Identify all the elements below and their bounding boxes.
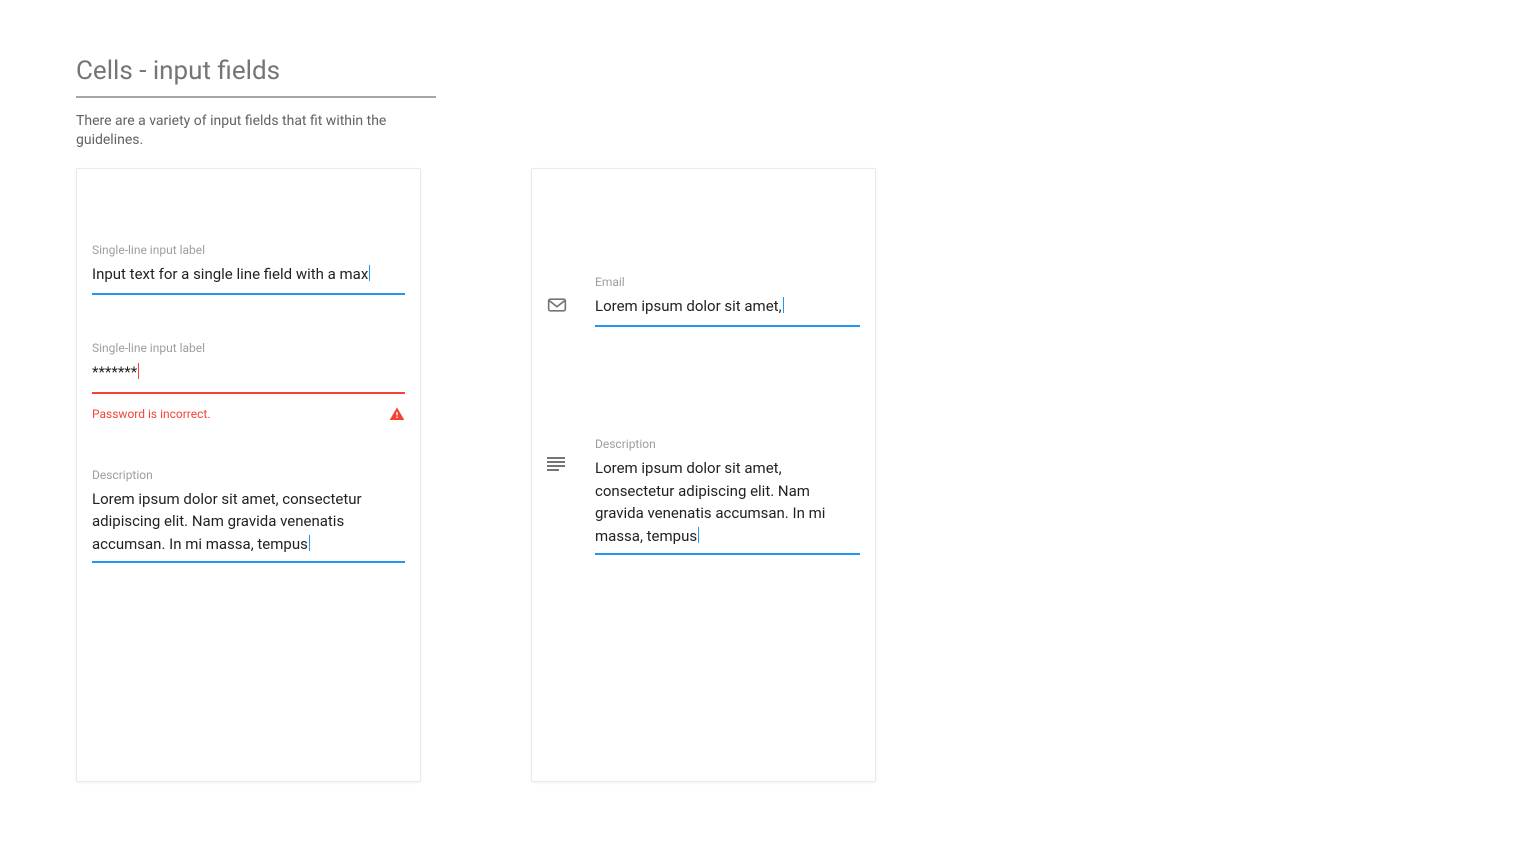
field-label: Description <box>595 437 860 451</box>
email-icon <box>547 275 595 313</box>
text-cursor <box>309 535 310 551</box>
password-input[interactable]: ******* <box>92 361 405 392</box>
email-field[interactable]: Email Lorem ipsum dolor sit amet, <box>547 275 860 328</box>
textarea-description[interactable]: Description Lorem ipsum dolor sit amet, … <box>92 468 405 564</box>
textarea-input[interactable]: Lorem ipsum dolor sit amet, consectetur … <box>92 488 402 562</box>
field-label: Single-line input label <box>92 243 405 257</box>
text-cursor <box>783 297 784 313</box>
password-field-error[interactable]: Single-line input label ******* Password… <box>92 341 405 422</box>
specimen-card-basic: Single-line input label Input text for a… <box>76 168 421 782</box>
header: Cells - input fields There are a variety… <box>76 56 436 150</box>
text-field-single-line[interactable]: Single-line input label Input text for a… <box>92 243 405 296</box>
textarea-with-icon[interactable]: Description Lorem ipsum dolor sit amet, … <box>547 437 860 555</box>
field-underline <box>92 293 405 295</box>
text-cursor <box>138 363 139 379</box>
input-value: ******* <box>92 363 137 381</box>
input-value: Lorem ipsum dolor sit amet, consectetur … <box>92 490 362 553</box>
input-value: Input text for a single line field with … <box>92 265 368 283</box>
input-value: Lorem ipsum dolor sit amet, consectetur … <box>595 459 825 545</box>
field-underline <box>595 553 860 555</box>
text-lines-icon <box>547 437 595 473</box>
email-input[interactable]: Lorem ipsum dolor sit amet, <box>595 295 860 326</box>
error-message: Password is incorrect. <box>92 407 211 421</box>
specimen-card-with-icons: Email Lorem ipsum dolor sit amet, <box>531 168 876 782</box>
field-underline <box>92 561 405 563</box>
field-underline <box>92 392 405 394</box>
text-input[interactable]: Input text for a single line field with … <box>92 263 405 294</box>
field-label: Description <box>92 468 405 482</box>
title-underline <box>76 96 436 98</box>
warning-icon <box>389 406 405 422</box>
page-description: There are a variety of input fields that… <box>76 112 406 150</box>
text-cursor <box>369 265 370 281</box>
textarea-input[interactable]: Lorem ipsum dolor sit amet, consectetur … <box>595 457 845 553</box>
field-label: Email <box>595 275 860 289</box>
field-underline <box>595 325 860 327</box>
field-label: Single-line input label <box>92 341 405 355</box>
text-cursor <box>698 527 699 543</box>
page-title: Cells - input fields <box>76 56 436 96</box>
input-value: Lorem ipsum dolor sit amet, <box>595 297 782 315</box>
